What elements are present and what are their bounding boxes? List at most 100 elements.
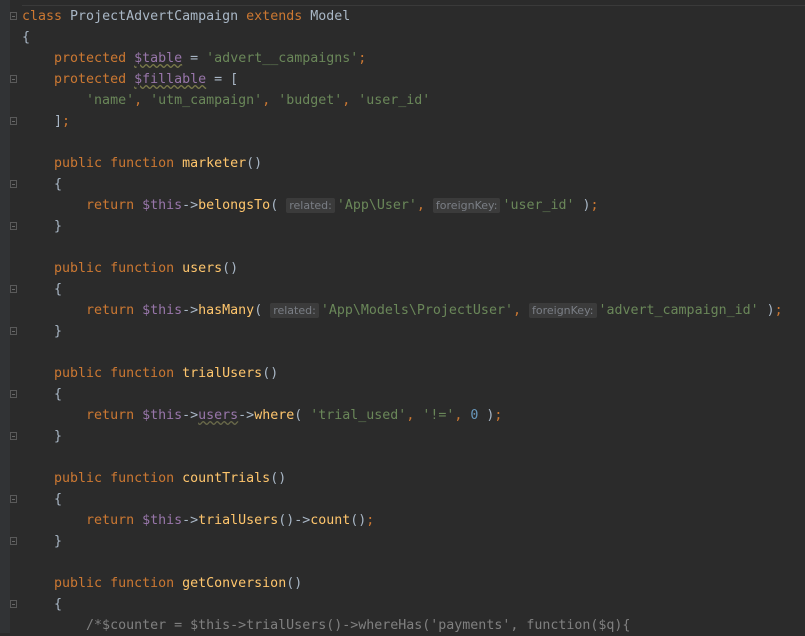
code-token: () [286,576,303,591]
code-line[interactable]: return $this->trialUsers()->count(); [22,510,783,531]
code-line[interactable]: public function users() [22,258,783,279]
code-token: 'name' [86,93,135,108]
fold-toggle-icon[interactable] [10,495,17,503]
code-token: return [86,198,143,213]
code-token: 'utm_campaign' [150,93,263,108]
code-token: 'App\Models\ProjectUser' [320,303,513,318]
code-line[interactable] [22,132,783,153]
code-token: () [246,156,263,171]
code-token: , [416,198,433,213]
code-token: ) [574,198,591,213]
code-token: ( [270,198,287,213]
code-line[interactable]: } [10,216,783,237]
code-token: ; [494,408,503,423]
editor-gutter [0,0,10,633]
fold-toggle-icon[interactable] [10,12,17,20]
fold-toggle-icon[interactable] [10,432,17,440]
code-token: ; [590,198,599,213]
fold-toggle-icon[interactable] [10,537,17,545]
code-token: public function [54,471,183,486]
code-token: ; [62,114,71,129]
parameter-hint: related: [270,303,319,318]
code-line[interactable]: { [10,174,783,195]
code-token: return [86,513,143,528]
code-token: class [22,9,71,24]
code-token: 'advert__campaigns' [206,51,359,66]
code-token: () [350,513,367,528]
code-token: } [22,429,63,444]
code-line[interactable] [22,342,783,363]
code-token: ProjectAdvertCampaign [70,9,247,24]
code-token: 'advert_campaign_id' [598,303,759,318]
code-token: protected [54,51,135,66]
code-line[interactable]: { [22,27,783,48]
code-line[interactable]: } [10,531,783,552]
fold-toggle-icon[interactable] [10,327,17,335]
code-line[interactable]: } [10,426,783,447]
code-token: { [22,387,63,402]
code-line[interactable]: return $this->hasMany( related: 'App\Mode… [22,300,783,321]
code-line[interactable]: protected $table = 'advert__campaigns'; [22,48,783,69]
code-line[interactable]: public function countTrials() [22,468,783,489]
code-line[interactable]: public function trialUsers() [22,363,783,384]
code-token: ) [758,303,775,318]
code-line[interactable]: ]; [10,111,783,132]
code-line[interactable] [22,552,783,573]
code-editor[interactable]: class ProjectAdvertCampaign extends Mode… [10,6,783,636]
code-line[interactable] [22,447,783,468]
code-line[interactable]: public function marketer() [22,153,783,174]
code-line[interactable]: { [10,384,783,405]
code-token: -> [238,408,255,423]
code-line[interactable]: { [10,279,783,300]
code-line[interactable] [22,237,783,258]
code-token: trialUsers [182,366,263,381]
code-token: /*$counter = $this->trialUsers()->whereH… [86,618,631,633]
code-line[interactable]: class ProjectAdvertCampaign extends Mode… [10,6,783,27]
code-token: '!=' [422,408,455,423]
fold-toggle-icon[interactable] [10,600,17,608]
code-token: countTrials [182,471,271,486]
code-token: protected [54,72,135,87]
code-token: , [134,93,151,108]
code-token: } [22,534,63,549]
code-token: ) [478,408,495,423]
code-token: $this [142,513,183,528]
code-token: } [22,324,63,339]
code-token: ( [254,303,271,318]
fold-toggle-icon[interactable] [10,285,17,293]
parameter-hint: related: [286,198,335,213]
code-token: -> [182,513,199,528]
fold-toggle-icon[interactable] [10,390,17,398]
code-line[interactable]: public function getConversion() [22,573,783,594]
code-token: public function [54,366,183,381]
code-token: () [222,261,239,276]
code-token: ; [366,513,375,528]
code-token: belongsTo [198,198,271,213]
code-line[interactable]: return $this->users->where( 'trial_used'… [22,405,783,426]
code-line[interactable]: } [10,321,783,342]
code-line[interactable]: protected $fillable = [ [10,69,783,90]
code-line[interactable]: return $this->belongsTo( related: 'App\Us… [22,195,783,216]
code-line[interactable]: { [10,489,783,510]
code-token: , [262,93,279,108]
fold-toggle-icon[interactable] [10,117,17,125]
code-token: , [512,303,529,318]
code-line[interactable]: 'name', 'utm_campaign', 'budget', 'user_… [22,90,783,111]
code-token: return [86,408,143,423]
code-token: () [262,366,279,381]
code-token: trialUsers [198,513,279,528]
code-token: public function [54,261,183,276]
fold-toggle-icon[interactable] [10,222,17,230]
fold-toggle-icon[interactable] [10,75,17,83]
code-token: Model [310,9,351,24]
fold-toggle-icon[interactable] [10,180,17,188]
code-line[interactable]: { [10,594,783,615]
